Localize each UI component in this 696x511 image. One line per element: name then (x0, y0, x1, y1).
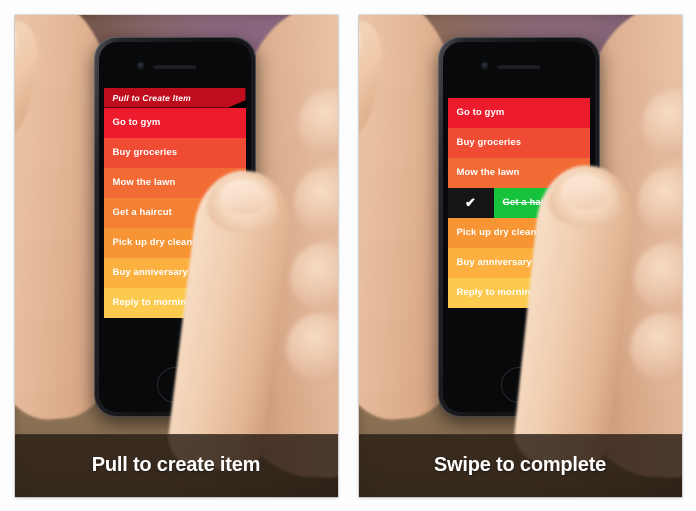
front-camera-icon (480, 61, 489, 70)
task-label: Buy groceries (112, 147, 178, 158)
panel-pull-to-create: Pull to Create Item Go to gym Buy grocer… (14, 14, 338, 497)
panel-swipe-to-complete: Go to gym Buy groceries Mow the lawn ✔ G… (358, 14, 682, 497)
task-label: Buy groceries (456, 137, 522, 148)
checkmark-icon: ✔ (465, 195, 476, 210)
earpiece-speaker (496, 63, 541, 69)
task-label: Go to gym (456, 107, 505, 118)
pull-to-create-tab[interactable]: Pull to Create Item (103, 87, 246, 108)
left-thumb (358, 14, 390, 144)
completed-check-cell: ✔ (447, 187, 494, 218)
front-camera-icon (136, 61, 145, 70)
task-row[interactable]: Go to gym (447, 97, 590, 128)
task-row[interactable]: Go to gym (103, 107, 246, 138)
caption-bar: Pull to create item (14, 433, 338, 497)
task-label: Mow the lawn (112, 177, 176, 188)
task-row[interactable]: Buy groceries (447, 127, 590, 158)
task-label: Get a haircut (112, 207, 172, 218)
left-thumb (14, 14, 46, 144)
task-row[interactable]: Buy groceries (103, 137, 246, 168)
caption-bar: Swipe to complete (358, 433, 682, 497)
task-label: Mow the lawn (456, 167, 520, 178)
task-label: Go to gym (112, 117, 161, 128)
caption-text: Swipe to complete (433, 454, 607, 476)
caption-text: Pull to create item (91, 454, 261, 476)
earpiece-speaker (152, 63, 197, 69)
pull-to-create-label: Pull to Create Item (112, 92, 191, 103)
screenshot-stage: Pull to Create Item Go to gym Buy grocer… (0, 0, 696, 511)
